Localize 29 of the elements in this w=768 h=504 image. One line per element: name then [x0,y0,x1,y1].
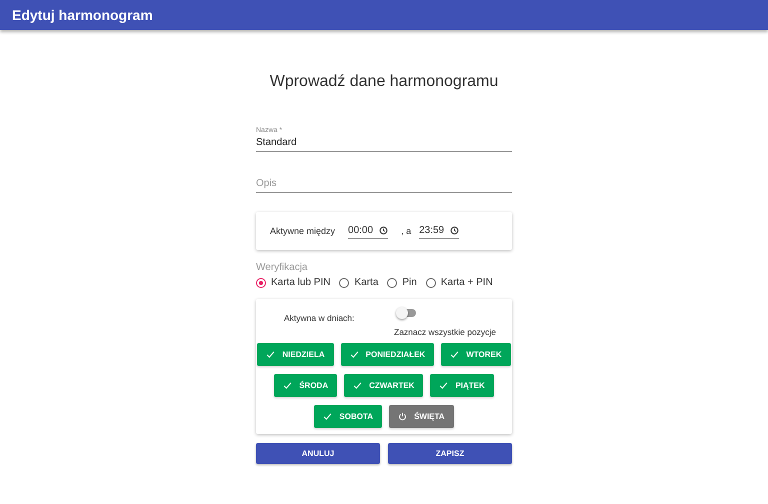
separator-text: , a [401,226,412,236]
description-field[interactable]: Opis [256,175,512,193]
name-field[interactable]: Standard [256,134,512,152]
radio-option[interactable]: Karta + PIN [426,277,493,288]
check-icon [450,350,460,359]
active-hours-label: Aktywne między [270,226,336,236]
app-title: Edytuj harmonogram [12,7,153,23]
action-button[interactable]: ANULUJ [256,443,380,464]
radio-option[interactable]: Karta [339,277,378,288]
verification-label: Weryfikacja [256,262,308,273]
select-all-label: Zaznacz wszystkie pozycje [394,327,496,337]
check-icon [283,381,292,390]
radio-option[interactable]: Pin [387,277,417,288]
check-icon [323,412,332,421]
active-days-label: Aktywna w dniach: [284,313,356,325]
select-all-toggle[interactable] [396,307,418,319]
check-icon [350,350,359,359]
start-time-field[interactable]: 00:00 [348,223,388,239]
check-icon [266,350,276,359]
clock-icon[interactable] [379,226,388,235]
form-heading: Wprowadź dane harmonogramu [268,73,500,91]
check-icon [439,381,448,390]
clock-icon[interactable] [450,226,460,235]
check-icon [353,381,362,390]
action-button[interactable]: ZAPISZ [388,443,512,464]
end-time-field[interactable]: 23:59 [419,223,460,239]
power-icon [398,412,408,421]
day-button[interactable]: ŚWIĘTA [389,405,454,428]
radio-option[interactable]: Karta lub PIN [256,277,330,288]
